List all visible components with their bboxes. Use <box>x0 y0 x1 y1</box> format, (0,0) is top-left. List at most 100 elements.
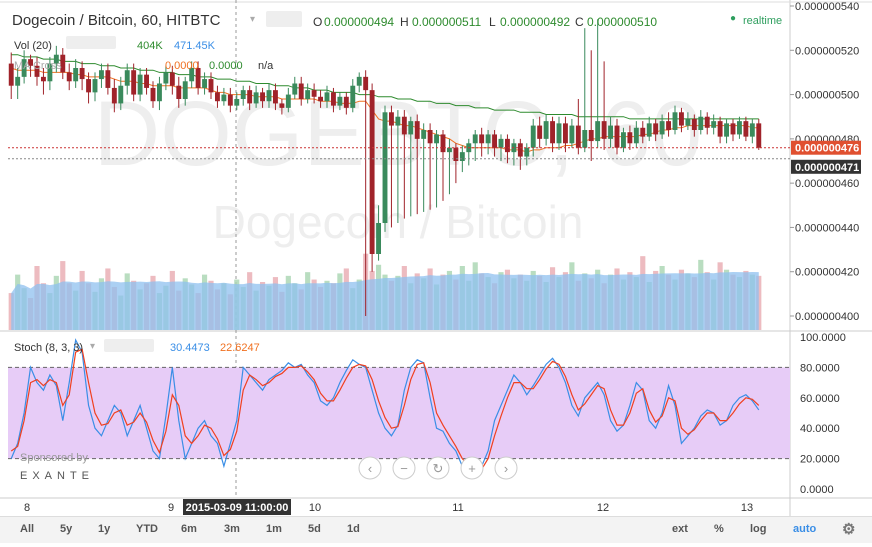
range-5y-button[interactable]: 5y <box>60 523 72 535</box>
price-tick-label: 0.000000440 <box>795 222 859 234</box>
candle-body <box>8 63 14 86</box>
candle-body <box>311 90 317 97</box>
range-ytd-button[interactable]: YTD <box>136 523 158 535</box>
candle-body <box>163 72 169 84</box>
last-price-label: 0.000000476 <box>795 143 859 155</box>
candle-body <box>356 76 362 86</box>
auto-button[interactable]: auto <box>793 523 816 535</box>
candle-body <box>550 121 556 144</box>
ma-price-label: 0.000000471 <box>795 162 859 174</box>
candle-body <box>86 79 92 93</box>
candle-body <box>105 70 111 88</box>
candle-body <box>749 123 755 137</box>
time-tick-label: 13 <box>741 502 753 514</box>
stoch-band <box>8 367 790 459</box>
log-button[interactable]: log <box>750 523 767 535</box>
candle-body <box>582 130 588 148</box>
low-value: 0.000000492 <box>500 15 571 29</box>
stoch-tick-label: 40.0000 <box>800 423 840 435</box>
candle-body <box>182 81 188 99</box>
candle-body <box>150 87 156 102</box>
price-tick-label: 0.000000400 <box>795 311 859 323</box>
stoch-tick-label: 20.0000 <box>800 454 840 466</box>
candle-body <box>601 121 607 139</box>
candle-body <box>40 76 46 82</box>
candle-body <box>524 147 530 157</box>
chevron-down-icon[interactable]: ▾ <box>250 14 255 25</box>
candle-body <box>711 121 717 128</box>
candle-body <box>395 116 401 126</box>
candle-body <box>318 96 324 102</box>
candle-body <box>176 85 182 99</box>
range-5d-button[interactable]: 5d <box>308 523 321 535</box>
sponsor-logo[interactable]: EXANTE <box>20 470 94 482</box>
volume-settings-icon[interactable] <box>66 36 116 49</box>
price-tick-label: 0.000000520 <box>795 45 859 57</box>
range-1m-button[interactable]: 1m <box>266 523 282 535</box>
candle-body <box>698 116 704 130</box>
candle-body <box>92 79 98 93</box>
nav-button-icon: ‹ <box>368 461 372 476</box>
candle-body <box>382 112 388 223</box>
volume-value: 404K <box>137 40 163 52</box>
candle-body <box>446 147 452 153</box>
candle-body <box>350 85 356 108</box>
stoch-chevron-icon[interactable]: ▾ <box>90 341 95 352</box>
candle-body <box>743 121 749 137</box>
candle-body <box>627 132 633 144</box>
price-tick-label: 0.000000540 <box>795 1 859 13</box>
high-value: 0.000000511 <box>412 15 482 29</box>
candle-body <box>685 118 691 126</box>
candle-body <box>388 112 394 126</box>
ext-button[interactable]: ext <box>672 523 688 535</box>
candle-body <box>517 143 523 157</box>
candle-body <box>704 116 710 128</box>
symbol-title: Dogecoin / Bitcoin, 60, HITBTC <box>12 12 221 29</box>
range-1y-button[interactable]: 1y <box>98 523 110 535</box>
ma-cross-value-3: n/a <box>258 60 274 72</box>
candle-body <box>653 123 659 135</box>
candle-body <box>202 79 208 88</box>
candle-body <box>724 123 730 137</box>
candle-body <box>479 134 485 144</box>
percent-button[interactable]: % <box>714 523 724 535</box>
nav-button-icon: + <box>468 461 476 476</box>
stoch-tick-label: 0.0000 <box>800 484 834 496</box>
crosshair-time-label: 2015-03-09 11:00:00 <box>186 502 289 514</box>
candle-body <box>492 134 498 148</box>
range-3m-button[interactable]: 3m <box>224 523 240 535</box>
candle-body <box>459 152 465 161</box>
stoch-d-value: 22.6247 <box>220 342 260 354</box>
stoch-settings-icon[interactable] <box>104 339 154 352</box>
candle-body <box>556 123 562 144</box>
chart-root: DOGEBTC, 60 Dogecoin / Bitcoin ‹ − ↻ + › 0.00… <box>0 0 872 543</box>
range-all-button[interactable]: All <box>20 523 34 535</box>
candle-body <box>614 125 620 148</box>
candle-body <box>124 70 130 86</box>
realtime-label: realtime <box>743 15 783 27</box>
candle-body <box>672 112 678 130</box>
candle-body <box>98 70 104 80</box>
close-label: C <box>575 15 584 29</box>
candle-body <box>111 87 117 104</box>
time-tick-label: 8 <box>24 502 30 514</box>
chart-svg: DOGEBTC, 60Dogecoin / Bitcoin ‹ − ↻ + › 0.00… <box>0 0 872 516</box>
settings-icon[interactable] <box>266 11 302 27</box>
stoch-tick-label: 80.0000 <box>800 362 840 374</box>
candle-body <box>73 68 79 82</box>
realtime-dot-icon: ● <box>730 13 737 24</box>
candle-body <box>234 99 240 106</box>
gear-icon[interactable]: ⚙ <box>842 520 855 538</box>
price-tick-label: 0.000000460 <box>795 178 859 190</box>
range-6m-button[interactable]: 6m <box>181 523 197 535</box>
candle-body <box>363 76 369 91</box>
candle-body <box>472 134 478 144</box>
open-value: 0.000000494 <box>324 15 395 29</box>
close-value: 0.000000510 <box>587 15 658 29</box>
candle-body <box>343 96 349 108</box>
volume-label: Vol (20) <box>14 40 52 52</box>
stoch-tick-label: 100.0000 <box>800 332 846 344</box>
candle-body <box>266 90 272 102</box>
range-1d-button[interactable]: 1d <box>347 523 360 535</box>
candle-body <box>118 85 124 104</box>
